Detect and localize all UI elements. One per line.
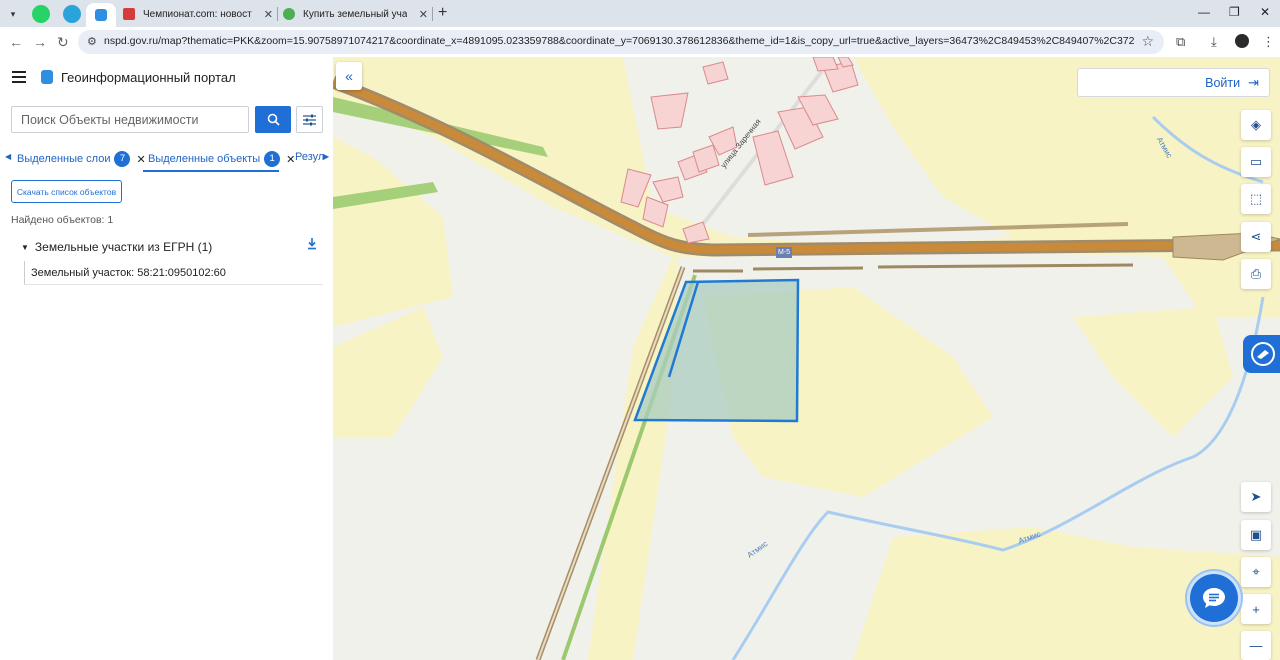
print-tool-button[interactable]: ⎙ bbox=[1241, 259, 1271, 289]
reload-icon[interactable]: ↻ bbox=[57, 34, 69, 51]
login-arrow-icon: ⇥ bbox=[1248, 74, 1259, 90]
bookmark-star-icon[interactable]: ☆ bbox=[1141, 33, 1154, 50]
tab-title: Чемпионат.com: новости спор bbox=[143, 8, 252, 20]
ruler-icon: ▭ bbox=[1249, 154, 1263, 169]
zoom-in-button[interactable]: + bbox=[1241, 594, 1271, 624]
browser-toolbar: ← → ↻ ⚙ nspd.gov.ru/map?thematic=PKK&zoo… bbox=[0, 27, 1280, 57]
minus-icon: — bbox=[1249, 638, 1263, 653]
tab-results[interactable]: Резул bbox=[295, 151, 324, 163]
road-m5-label: М-5 bbox=[776, 247, 792, 258]
tab-selected-layers[interactable]: Выделенные слои 7 ✕ bbox=[17, 151, 146, 167]
share-tool-button[interactable]: ⋖ bbox=[1241, 222, 1271, 252]
active-tab-indicator bbox=[143, 170, 279, 172]
found-count: Найдено объектов: 1 bbox=[11, 214, 114, 226]
filter-sliders-icon bbox=[303, 114, 316, 125]
championat-favicon-icon bbox=[123, 8, 135, 20]
portal-title: Геоинформационный портал bbox=[61, 70, 236, 85]
tab-separator bbox=[277, 7, 278, 21]
extensions-icon[interactable]: ⧉ bbox=[1176, 34, 1185, 50]
login-button[interactable]: Войти ⇥ bbox=[1077, 68, 1270, 97]
back-arrow-icon[interactable]: ← bbox=[9, 34, 23, 50]
collapse-panel-button[interactable]: « bbox=[336, 62, 362, 90]
tabs-scroll-left-icon[interactable]: ◀ bbox=[5, 152, 11, 161]
search-icon bbox=[267, 113, 280, 126]
chat-button[interactable] bbox=[1190, 574, 1238, 622]
close-tab-icon[interactable]: ✕ bbox=[136, 153, 145, 166]
measure-tool-button[interactable]: ▭ bbox=[1241, 147, 1271, 177]
tab-label: Резул bbox=[295, 151, 325, 163]
select-area-icon: ⬚ bbox=[1249, 191, 1263, 206]
download-icon[interactable]: ⤓ bbox=[1211, 34, 1217, 50]
site-favicon-icon bbox=[283, 8, 295, 20]
layers-tool-button[interactable]: ◈ bbox=[1241, 110, 1271, 140]
telegram-pinned-tab-icon[interactable] bbox=[63, 5, 81, 23]
minimap-button[interactable]: ▣ bbox=[1241, 520, 1271, 550]
profile-avatar[interactable] bbox=[1235, 34, 1249, 48]
share-icon: ⋖ bbox=[1250, 229, 1262, 244]
sidebar-panel: Геоинформационный портал ◀ Выделенные сл… bbox=[0, 57, 333, 660]
close-tab-icon[interactable]: ✕ bbox=[419, 8, 428, 21]
tab-label: Выделенные объекты bbox=[148, 153, 261, 165]
print-icon: ⎙ bbox=[1250, 266, 1262, 281]
tab-selected-objects[interactable]: Выделенные объекты 1 ✕ bbox=[148, 151, 295, 167]
close-tab-icon[interactable]: ✕ bbox=[264, 8, 273, 21]
login-label: Войти bbox=[1205, 75, 1241, 90]
count-badge: 1 bbox=[264, 151, 281, 167]
site-info-icon[interactable]: ⚙ bbox=[87, 35, 97, 48]
nspd-tab-favicon-icon bbox=[95, 9, 107, 21]
map-drawing bbox=[333, 57, 1280, 660]
browser-tab[interactable]: Купить земельный участок Се ✕ bbox=[283, 3, 428, 25]
assistant-tab-button[interactable] bbox=[1243, 335, 1280, 373]
close-window-icon[interactable]: ✕ bbox=[1260, 5, 1270, 19]
close-tab-icon[interactable]: ✕ bbox=[286, 153, 295, 166]
plus-icon: + bbox=[1252, 601, 1260, 617]
browser-tab-strip: ▾ Чемпионат.com: новости спор ✕ Купить з… bbox=[0, 0, 1280, 27]
minimize-icon[interactable]: — bbox=[1198, 5, 1210, 19]
assistant-icon bbox=[1251, 342, 1275, 366]
minimap-icon: ▣ bbox=[1249, 527, 1263, 542]
browser-menu-icon[interactable]: ⋮ bbox=[1262, 34, 1275, 50]
navigation-arrow-icon: ➤ bbox=[1250, 489, 1262, 504]
locate-me-button[interactable]: ➤ bbox=[1241, 482, 1271, 512]
menu-hamburger-icon[interactable] bbox=[12, 71, 26, 86]
group-label: Земельные участки из ЕГРН (1) bbox=[34, 240, 213, 254]
url-text[interactable]: nspd.gov.ru/map?thematic=PKK&zoom=15.907… bbox=[104, 35, 1134, 47]
result-group-land-plots[interactable]: ▼ Земельные участки из ЕГРН (1) bbox=[21, 238, 321, 256]
select-area-tool-button[interactable]: ⬚ bbox=[1241, 184, 1271, 214]
selected-parcel bbox=[633, 278, 800, 423]
forward-arrow-icon[interactable]: → bbox=[33, 34, 47, 50]
chevron-down-icon[interactable]: ▼ bbox=[21, 243, 29, 252]
chat-bubble-icon bbox=[1203, 588, 1225, 608]
browser-tab[interactable]: Чемпионат.com: новости спор ✕ bbox=[123, 3, 273, 25]
map-canvas[interactable]: М-5 улица Заречная Атмис Атмис Атмис bbox=[333, 57, 1280, 660]
portal-logo-icon bbox=[41, 70, 53, 84]
tab-search-chevron-icon[interactable]: ▾ bbox=[4, 5, 22, 23]
search-button[interactable] bbox=[255, 106, 291, 133]
tab-separator bbox=[432, 7, 433, 21]
search-location-button[interactable]: ⌖ bbox=[1241, 557, 1271, 587]
search-input[interactable] bbox=[11, 106, 249, 133]
count-badge: 7 bbox=[114, 151, 131, 167]
tabs-scroll-right-icon[interactable]: ▶ bbox=[323, 152, 329, 161]
whatsapp-pinned-tab-icon[interactable] bbox=[32, 5, 50, 23]
tab-label: Выделенные слои bbox=[17, 153, 111, 165]
restore-icon[interactable]: ❐ bbox=[1229, 5, 1240, 19]
list-item[interactable]: Земельный участок: 58:21:0950102:60 bbox=[24, 261, 323, 285]
download-list-button[interactable]: Скачать список объектов bbox=[11, 180, 122, 203]
location-pin-icon: ⌖ bbox=[1252, 564, 1260, 579]
map-road-shoulder bbox=[752, 266, 864, 271]
layers-icon: ◈ bbox=[1251, 117, 1261, 132]
zoom-out-button[interactable]: — bbox=[1241, 631, 1271, 660]
new-tab-plus-icon[interactable]: + bbox=[438, 4, 447, 22]
map-road-shoulder bbox=[877, 263, 1134, 269]
tab-title: Купить земельный участок Се bbox=[303, 8, 407, 20]
results-tabs: ◀ Выделенные слои 7 ✕ Выделенные объекты… bbox=[0, 147, 333, 172]
address-bar[interactable]: ⚙ nspd.gov.ru/map?thematic=PKK&zoom=15.9… bbox=[78, 30, 1164, 54]
download-icon[interactable] bbox=[307, 238, 317, 253]
filter-button[interactable] bbox=[296, 106, 323, 133]
